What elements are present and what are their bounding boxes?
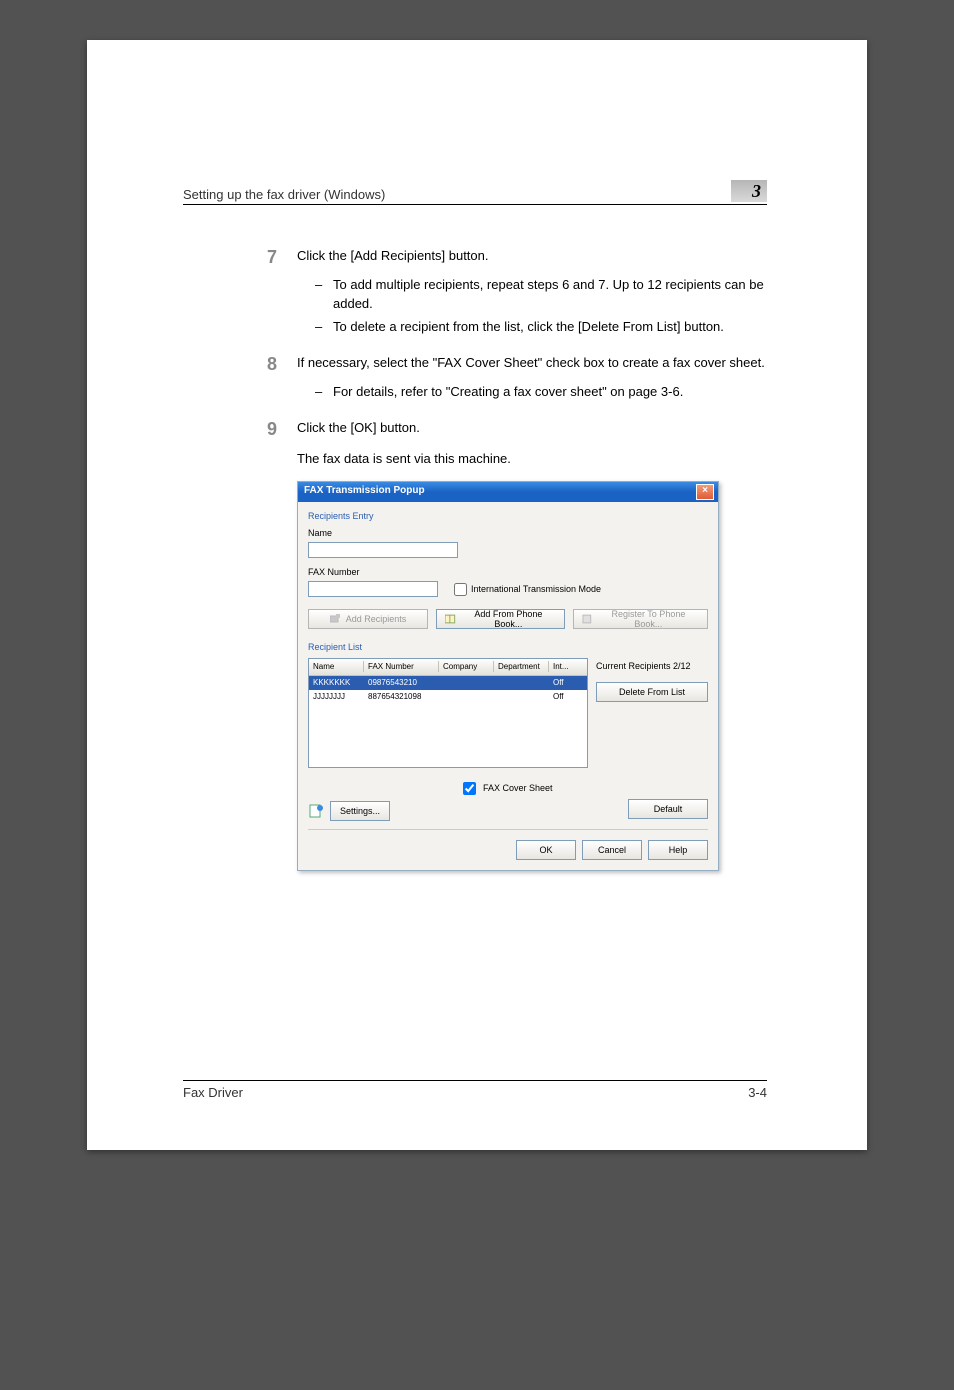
- table-row[interactable]: KKKKKKK 09876543210 Off: [309, 676, 587, 690]
- col-name[interactable]: Name: [309, 661, 364, 673]
- step-number: 8: [267, 351, 297, 377]
- recipients-entry-label: Recipients Entry: [308, 510, 708, 523]
- step-8-sub1: – For details, refer to "Creating a fax …: [315, 383, 767, 402]
- recipient-list-label: Recipient List: [308, 641, 708, 654]
- name-input[interactable]: [308, 542, 458, 558]
- international-mode-checkbox[interactable]: International Transmission Mode: [454, 583, 601, 596]
- recipient-list-table[interactable]: Name FAX Number Company Department Int..…: [308, 658, 588, 768]
- default-button[interactable]: Default: [628, 799, 708, 819]
- dialog-title: FAX Transmission Popup: [304, 484, 425, 499]
- page-footer: Fax Driver 3-4: [183, 1080, 767, 1100]
- table-header: Name FAX Number Company Department Int..…: [309, 659, 587, 676]
- page-header: Setting up the fax driver (Windows) 3: [183, 180, 767, 205]
- step-number: 7: [267, 244, 297, 270]
- page-body: 7 Click the [Add Recipients] button. – T…: [267, 230, 767, 871]
- add-from-phone-book-button[interactable]: Add From Phone Book...: [436, 609, 565, 629]
- fax-number-input[interactable]: [308, 581, 438, 597]
- step-9: 9 Click the [OK] button.: [267, 416, 767, 442]
- phone-book-open-icon: [445, 614, 457, 624]
- step-7-sub2: – To delete a recipient from the list, c…: [315, 318, 767, 337]
- phone-book-register-icon: [582, 614, 594, 624]
- register-to-phone-book-button: Register To Phone Book...: [573, 609, 708, 629]
- cancel-button[interactable]: Cancel: [582, 840, 642, 860]
- chapter-number: 3: [752, 181, 761, 201]
- step-8: 8 If necessary, select the "FAX Cover Sh…: [267, 351, 767, 377]
- add-recipient-icon: [330, 614, 342, 624]
- col-intl[interactable]: Int...: [549, 661, 585, 673]
- step-text: Click the [OK] button.: [297, 416, 767, 438]
- fax-number-label: FAX Number: [308, 566, 438, 579]
- step-text: Click the [Add Recipients] button.: [297, 244, 767, 266]
- table-row[interactable]: JJJJJJJJ 887654321098 Off: [309, 690, 587, 704]
- dash-icon: –: [315, 383, 333, 402]
- step-7: 7 Click the [Add Recipients] button.: [267, 244, 767, 270]
- step-7-sub1: – To add multiple recipients, repeat ste…: [315, 276, 767, 314]
- name-label: Name: [308, 527, 708, 540]
- dash-icon: –: [315, 318, 333, 337]
- delete-from-list-button[interactable]: Delete From List: [596, 682, 708, 702]
- intl-mode-check[interactable]: [454, 583, 467, 596]
- col-department[interactable]: Department: [494, 661, 549, 673]
- chapter-badge: 3: [731, 180, 767, 202]
- dash-icon: –: [315, 276, 333, 314]
- col-company[interactable]: Company: [439, 661, 494, 673]
- settings-button[interactable]: Settings...: [330, 801, 390, 821]
- ok-button[interactable]: OK: [516, 840, 576, 860]
- section-title: Setting up the fax driver (Windows): [183, 187, 385, 202]
- cover-sheet-check[interactable]: [463, 782, 476, 795]
- settings-icon: [308, 803, 324, 819]
- close-icon[interactable]: ×: [696, 484, 714, 500]
- step-text: If necessary, select the "FAX Cover Shee…: [297, 351, 767, 373]
- help-button[interactable]: Help: [648, 840, 708, 860]
- col-fax[interactable]: FAX Number: [364, 661, 439, 673]
- step-9-para: The fax data is sent via this machine.: [297, 450, 767, 469]
- dialog-titlebar[interactable]: FAX Transmission Popup ×: [298, 482, 718, 502]
- current-recipients-count: Current Recipients 2/12: [596, 658, 708, 676]
- add-recipients-button: Add Recipients: [308, 609, 428, 629]
- step-number: 9: [267, 416, 297, 442]
- footer-right: 3-4: [748, 1085, 767, 1100]
- footer-left: Fax Driver: [183, 1085, 243, 1100]
- fax-transmission-popup: FAX Transmission Popup × Recipients Entr…: [297, 481, 719, 871]
- fax-cover-sheet-checkbox[interactable]: FAX Cover Sheet: [463, 783, 552, 793]
